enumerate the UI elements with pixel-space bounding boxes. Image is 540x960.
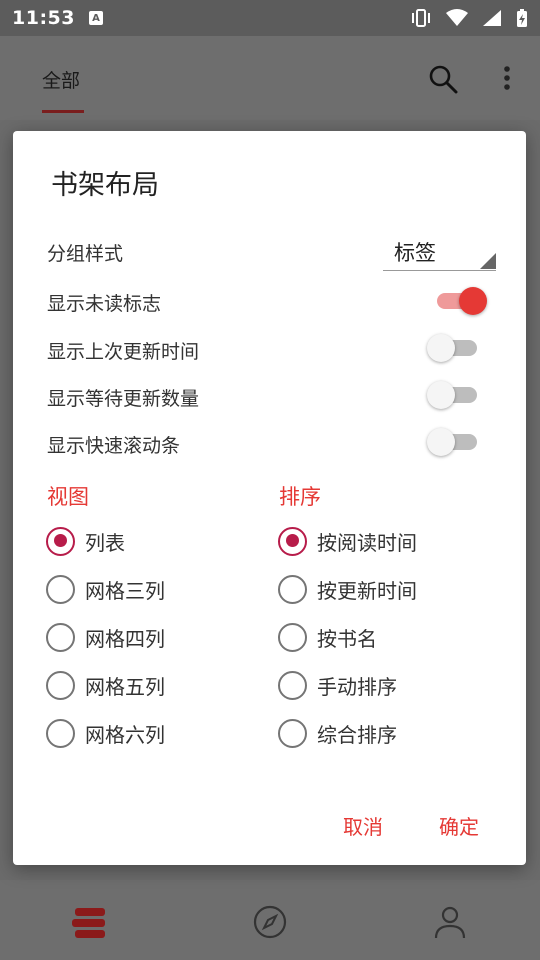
more-vert-icon[interactable] [500,64,514,94]
person-icon[interactable] [432,904,468,940]
bottom-nav [0,880,540,960]
show-last-update-label: 显示上次更新时间 [47,341,200,363]
radio-label: 按阅读时间 [317,530,417,555]
bookshelf-icon[interactable] [72,908,108,938]
show-fast-scroll-switch[interactable] [427,426,487,458]
view-option-list[interactable]: 列表 [46,525,125,557]
view-section-header: 视图 [47,485,89,509]
view-option-grid5[interactable]: 网格五列 [46,669,165,701]
status-time: 11:53 [12,7,75,29]
radio-unchecked-icon [46,574,75,604]
radio-checked-icon [278,526,307,556]
tab-indicator [42,110,84,113]
radio-unchecked-icon [46,718,75,748]
radio-label: 列表 [85,530,125,555]
show-pending-count-label: 显示等待更新数量 [47,388,200,410]
dialog-title: 书架布局 [51,170,159,201]
switch-thumb [459,287,487,315]
show-fast-scroll-label: 显示快速滚动条 [47,435,181,457]
show-last-update-switch[interactable] [427,332,487,364]
group-style-value: 标签 [394,241,436,265]
radio-label: 网格四列 [85,626,165,651]
switch-thumb [427,381,455,409]
radio-unchecked-icon [46,670,75,700]
radio-checked-icon [46,526,75,556]
view-option-grid4[interactable]: 网格四列 [46,621,165,653]
battery-charging-icon [517,9,527,27]
radio-label: 综合排序 [317,722,397,747]
app-bar: 全部 [0,36,540,120]
sort-option-update-time[interactable]: 按更新时间 [278,573,417,605]
radio-label: 网格三列 [85,578,165,603]
sort-option-read-time[interactable]: 按阅读时间 [278,525,417,557]
switch-thumb [427,428,455,456]
sort-section-header: 排序 [279,485,321,509]
dropdown-arrow-icon [480,253,496,269]
radio-label: 网格五列 [85,674,165,699]
switch-thumb [427,334,455,362]
radio-unchecked-icon [278,622,307,652]
radio-label: 手动排序 [317,674,397,699]
search-icon[interactable] [428,64,458,94]
radio-label: 按书名 [317,626,377,651]
radio-unchecked-icon [278,574,307,604]
compass-icon[interactable] [252,904,288,940]
group-style-dropdown[interactable]: 标签 [383,231,496,271]
radio-label: 按更新时间 [317,578,417,603]
wifi-icon [446,9,468,26]
sort-option-combined[interactable]: 综合排序 [278,717,397,749]
status-bar: 11:53 A [0,0,540,36]
sort-option-book-name[interactable]: 按书名 [278,621,377,653]
group-style-label: 分组样式 [47,243,124,265]
radio-unchecked-icon [278,670,307,700]
radio-label: 网格六列 [85,722,165,747]
radio-unchecked-icon [46,622,75,652]
radio-unchecked-icon [278,718,307,748]
view-option-grid6[interactable]: 网格六列 [46,717,165,749]
show-unread-switch[interactable] [427,285,487,317]
view-option-grid3[interactable]: 网格三列 [46,573,165,605]
tab-all[interactable]: 全部 [42,66,80,93]
show-unread-label: 显示未读标志 [47,293,162,315]
vibrate-icon [412,9,430,27]
sort-option-manual[interactable]: 手动排序 [278,669,397,701]
ok-button[interactable]: 确定 [439,811,479,840]
notification-a-icon: A [88,11,103,25]
bookshelf-layout-dialog: 书架布局 分组样式 标签 显示未读标志 显示上次更新时间 显示等待更新数量 显示… [13,131,526,865]
signal-icon [483,10,501,26]
cancel-button[interactable]: 取消 [343,811,383,840]
show-pending-count-switch[interactable] [427,379,487,411]
status-icons [410,8,528,28]
